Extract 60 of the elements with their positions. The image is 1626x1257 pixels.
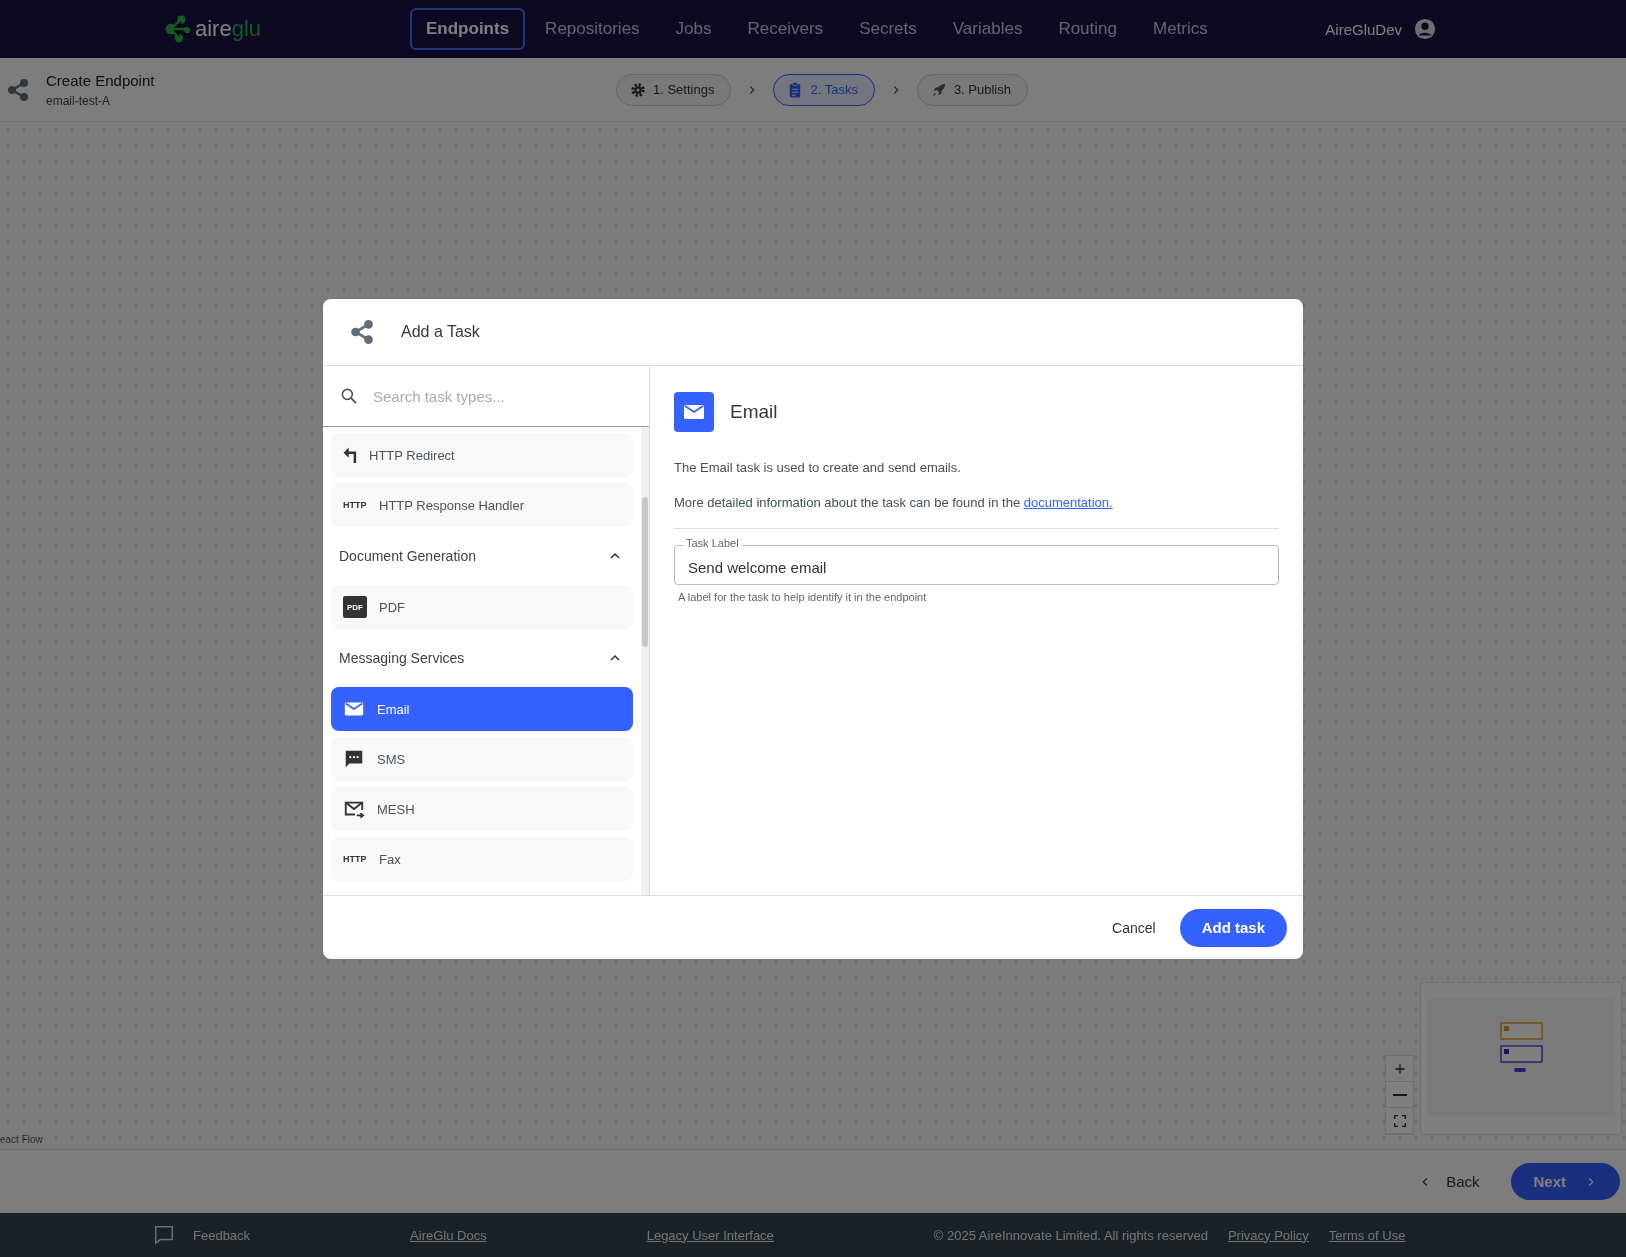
- category-title: Document Generation: [339, 548, 476, 564]
- page-title: Create Endpoint: [46, 71, 155, 89]
- logo-wordmark: aireglu: [195, 16, 262, 42]
- attribution-text: eact Flow: [0, 1134, 43, 1145]
- documentation-note: More detailed information about the task can be found in the documentation.: [674, 495, 1114, 510]
- task-type-item[interactable]: HTTP HTTP Response Handler: [331, 483, 633, 527]
- task-type-item[interactable]: HTTP Fax: [331, 837, 633, 881]
- copyright-text: © 2025 AireInnovate Limited. All rights reserved: [933, 1227, 1208, 1243]
- molecule-logo-icon: [165, 15, 193, 43]
- category-header[interactable]: Document Generation: [331, 533, 633, 579]
- zoom-out-icon: [1392, 1093, 1407, 1096]
- field-label: Task Label: [683, 537, 742, 549]
- speech-bubble-icon: [153, 1224, 175, 1246]
- cancel-button[interactable]: Cancel: [1104, 911, 1164, 944]
- nav-tab[interactable]: Variables: [936, 8, 1039, 50]
- search-icon: [339, 386, 359, 406]
- http-label: HTTP: [343, 500, 367, 510]
- nav-tab[interactable]: Routing: [1042, 8, 1133, 50]
- endpoint-name: email-test-A: [46, 93, 111, 108]
- add-task-button[interactable]: Add task: [1179, 908, 1287, 947]
- user-name[interactable]: AireGluDev: [1325, 20, 1402, 38]
- task-description: The Email task is used to create and send emails.: [674, 460, 962, 475]
- footer-link[interactable]: Privacy Policy: [1227, 1227, 1309, 1243]
- nav-tab[interactable]: Jobs: [659, 8, 728, 50]
- nav-tab[interactable]: Secrets: [843, 8, 933, 50]
- nav-tab[interactable]: Endpoints: [410, 8, 526, 50]
- task-title: Email: [730, 401, 778, 423]
- minimap-nodes-drawing: [1499, 1022, 1543, 1073]
- footer-link[interactable]: AireGlu Docs: [410, 1227, 487, 1243]
- scrollbar-thumb[interactable]: [642, 497, 648, 647]
- feedback-link[interactable]: Feedback: [193, 1227, 251, 1243]
- nav-tab[interactable]: Receivers: [731, 8, 840, 50]
- pdf-icon: PDF: [343, 596, 367, 618]
- gear-icon: [629, 80, 647, 99]
- dialog-title: Add a Task: [401, 323, 480, 341]
- next-button[interactable]: Next: [1511, 1163, 1620, 1200]
- wizard-step[interactable]: 3. Publish: [916, 73, 1028, 106]
- share-nodes-icon: [349, 319, 375, 345]
- footer-link[interactable]: Legacy User Interface: [646, 1227, 774, 1243]
- wizard-step[interactable]: 1. Settings: [616, 73, 732, 106]
- http-label: HTTP: [343, 854, 367, 864]
- user-avatar-icon: [1414, 18, 1436, 40]
- documentation-link[interactable]: documentation.: [1023, 495, 1113, 510]
- back-button[interactable]: Back: [1412, 1172, 1486, 1191]
- task-type-item[interactable]: Email: [331, 687, 633, 731]
- category-header[interactable]: Messaging Services: [331, 635, 633, 681]
- task-type-item[interactable]: SMS: [331, 737, 633, 781]
- task-type-item[interactable]: PDF PDF: [331, 585, 633, 629]
- footer-link[interactable]: Terms of Use: [1328, 1227, 1406, 1243]
- category-title: Messaging Services: [339, 650, 465, 666]
- nav-tab[interactable]: Metrics: [1137, 8, 1224, 50]
- turn-arrow-icon: [343, 446, 357, 464]
- task-type-item[interactable]: HTTP Redirect: [331, 433, 633, 477]
- fit-view-icon: [1391, 1112, 1408, 1129]
- chat-bubble-icon: [343, 748, 365, 770]
- helper-text: A label for the task to help identify it in the endpoint: [678, 591, 928, 603]
- wizard-step[interactable]: 2. Tasks: [773, 73, 875, 106]
- task-type-item[interactable]: MESH: [331, 787, 633, 831]
- share-nodes-icon: [6, 77, 30, 102]
- nav-tab[interactable]: Repositories: [529, 8, 656, 50]
